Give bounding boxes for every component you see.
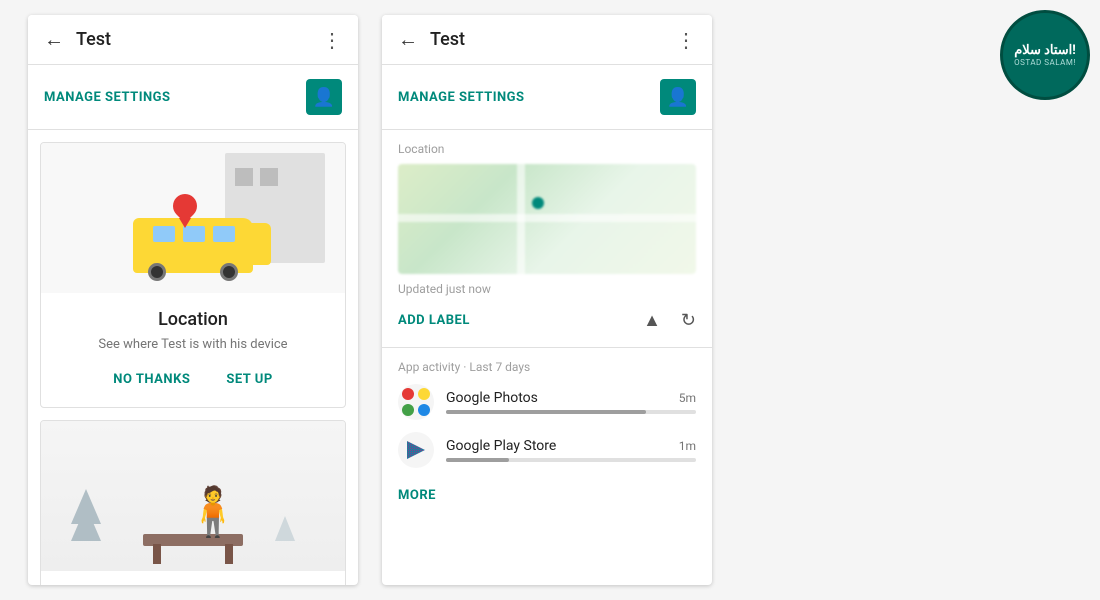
google-photos-name: Google Photos xyxy=(446,390,538,406)
map-road-horizontal xyxy=(398,214,696,222)
refresh-icon[interactable]: ↻ xyxy=(681,310,696,331)
bus-front xyxy=(249,223,271,265)
bus-wheel-left xyxy=(148,263,166,281)
left-more-button[interactable]: ⋮ xyxy=(322,28,342,52)
play-store-name: Google Play Store xyxy=(446,438,556,454)
map-actions: ADD LABEL ▲ ↻ xyxy=(398,306,696,339)
logo-persian-text: !استاد سلام xyxy=(1014,43,1076,59)
left-panel-header: ← Test ⋮ xyxy=(28,15,358,65)
panels-wrapper: ← Test ⋮ MANAGE SETTINGS 👤 xyxy=(0,0,740,600)
right-app-activity-section: App activity · Last 7 days xyxy=(382,348,712,519)
right-panel-header: ← Test ⋮ xyxy=(382,15,712,65)
set-up-button[interactable]: SET UP xyxy=(218,368,280,391)
play-store-icon xyxy=(398,432,434,468)
right-settings-person-icon: 👤 xyxy=(667,87,689,108)
left-panel-content: Location See where Test is with his devi… xyxy=(28,130,358,585)
main-container: ← Test ⋮ MANAGE SETTINGS 👤 xyxy=(0,0,1100,600)
google-photos-bar-fill xyxy=(446,410,646,414)
right-back-button[interactable]: ← xyxy=(398,27,418,52)
left-phone-panel: ← Test ⋮ MANAGE SETTINGS 👤 xyxy=(28,15,358,585)
play-store-time: 1m xyxy=(679,439,696,453)
more-button[interactable]: MORE xyxy=(398,480,696,511)
location-card-title: Location xyxy=(57,309,329,330)
petal-yellow xyxy=(418,388,430,400)
play-store-name-row: Google Play Store 1m xyxy=(446,438,696,454)
add-label-button[interactable]: ADD LABEL xyxy=(398,313,623,328)
location-card: Location See where Test is with his devi… xyxy=(40,142,346,408)
play-store-bar-fill xyxy=(446,458,509,462)
left-panel-title: Test xyxy=(76,29,322,50)
right-settings-icon-box[interactable]: 👤 xyxy=(660,79,696,115)
play-store-info: Google Play Store 1m xyxy=(446,438,696,462)
tree-left xyxy=(71,489,101,541)
tree-right xyxy=(275,516,295,541)
right-panel-content: Location Updated just now ADD LABEL ▲ ↻ xyxy=(382,130,712,585)
petal-blue xyxy=(418,404,430,416)
no-thanks-button[interactable]: NO THANKS xyxy=(105,368,198,391)
petal-green xyxy=(402,404,414,416)
right-location-section: Location Updated just now ADD LABEL ▲ ↻ xyxy=(382,130,712,348)
petal-red xyxy=(402,388,414,400)
google-photos-info: Google Photos 5m xyxy=(446,390,696,414)
right-manage-settings-label: MANAGE SETTINGS xyxy=(398,90,525,105)
bus-window-1 xyxy=(153,226,175,242)
app-activity-card: 🧍 App activity See which apps Test uses … xyxy=(40,420,346,585)
location-card-desc: See where Test is with his device xyxy=(57,336,329,354)
location-illustration xyxy=(41,143,345,293)
left-settings-icon-box[interactable]: 👤 xyxy=(306,79,342,115)
app-activity-section-header: App activity · Last 7 days xyxy=(398,360,696,374)
map-road-vertical xyxy=(517,164,525,274)
person-figure: 🧍 xyxy=(183,488,243,536)
logo-latin-text: OSTAD SALAM! xyxy=(1014,58,1076,67)
google-photos-name-row: Google Photos 5m xyxy=(446,390,696,406)
left-manage-settings-label: MANAGE SETTINGS xyxy=(44,90,171,105)
play-icon xyxy=(402,436,430,464)
left-manage-settings-bar[interactable]: MANAGE SETTINGS 👤 xyxy=(28,65,358,130)
right-more-button[interactable]: ⋮ xyxy=(676,28,696,52)
right-location-label: Location xyxy=(398,142,696,156)
google-photos-time: 5m xyxy=(679,391,696,405)
app-item-play-store: Google Play Store 1m xyxy=(398,432,696,468)
location-card-actions: NO THANKS SET UP xyxy=(57,368,329,391)
right-manage-settings-bar[interactable]: MANAGE SETTINGS 👤 xyxy=(382,65,712,130)
google-photos-icon xyxy=(398,384,434,420)
updated-text: Updated just now xyxy=(398,282,696,296)
location-pin xyxy=(173,194,197,228)
navigate-icon[interactable]: ▲ xyxy=(643,310,661,331)
bus-scene xyxy=(41,143,345,293)
app-activity-illustration: 🧍 xyxy=(41,421,345,571)
app-activity-card-body: App activity See which apps Test uses mo… xyxy=(41,571,345,585)
map-location-dot xyxy=(532,197,544,209)
bus-window-3 xyxy=(213,226,235,242)
settings-person-icon: 👤 xyxy=(313,87,335,108)
left-back-button[interactable]: ← xyxy=(44,27,64,52)
bus-window-2 xyxy=(183,226,205,242)
app-item-google-photos: Google Photos 5m xyxy=(398,384,696,420)
location-card-body: Location See where Test is with his devi… xyxy=(41,293,345,407)
ostad-salam-logo: !استاد سلام OSTAD SALAM! xyxy=(1000,10,1090,100)
right-panel-title: Test xyxy=(430,29,676,50)
right-phone-panel: ← Test ⋮ MANAGE SETTINGS 👤 Location xyxy=(382,15,712,585)
bus-wheel-right xyxy=(220,263,238,281)
pinwheel-icon xyxy=(402,388,430,416)
play-store-bar-bg xyxy=(446,458,696,462)
app-activity-scene: 🧍 xyxy=(41,421,345,571)
map-preview[interactable] xyxy=(398,164,696,274)
google-photos-bar-bg xyxy=(446,410,696,414)
